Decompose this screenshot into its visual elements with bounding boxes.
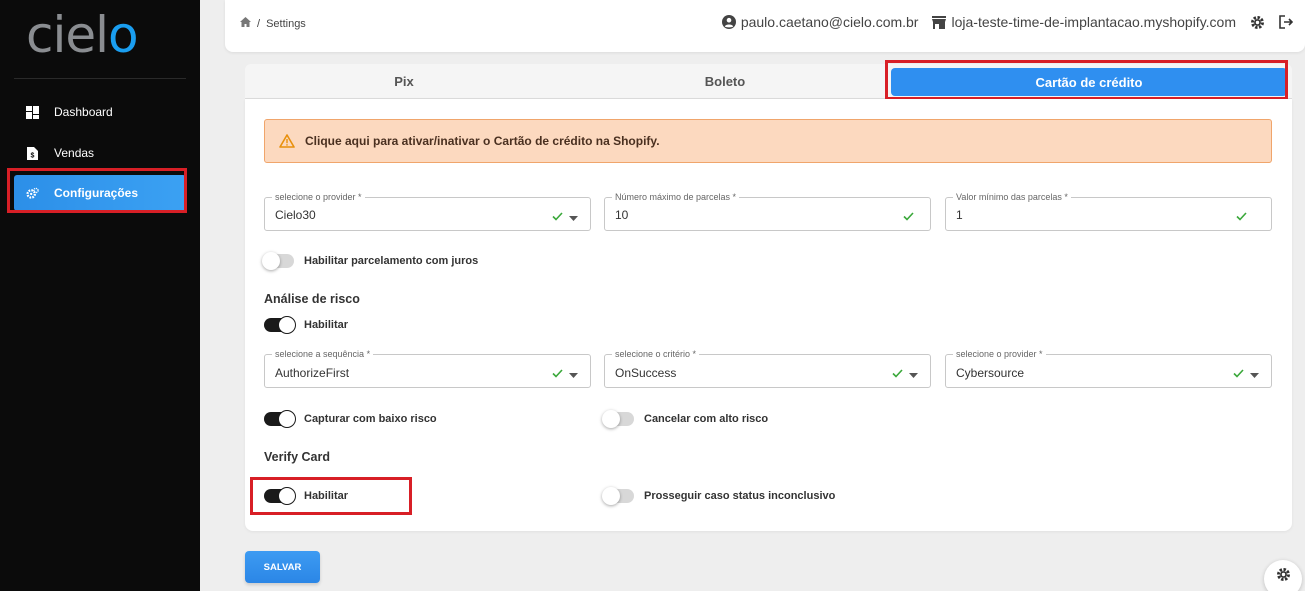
field-label: selecione o critério *: [612, 348, 700, 360]
svg-text:$: $: [31, 152, 35, 159]
field-value: Cybersource: [956, 366, 1025, 380]
header-right: paulo.caetano@cielo.com.br loja-teste-ti…: [721, 14, 1293, 30]
field-value: OnSuccess: [615, 366, 677, 380]
interest-installments-toggle-row: Habilitar parcelamento com juros: [262, 252, 479, 270]
field-label: selecione o provider *: [272, 191, 365, 203]
credit-card-settings-panel: Clique aqui para ativar/inativar o Cartã…: [245, 99, 1292, 531]
toggle-label: Cancelar com alto risco: [644, 413, 769, 425]
top-header: / Settings paulo.caetano@cielo.com.br lo…: [225, 0, 1305, 52]
breadcrumb-separator: /: [257, 17, 261, 30]
field-label: Valor mínimo das parcelas *: [953, 191, 1071, 203]
sidebar-divider: [14, 78, 186, 79]
toggle-label: Habilitar: [304, 490, 349, 502]
sidebar: cielo Dashboard $ Vendas Configurações: [0, 0, 200, 591]
field-value: 1: [956, 208, 963, 222]
alert-text: Clique aqui para ativar/inativar o Cartã…: [305, 134, 660, 148]
field-label: Número máximo de parcelas *: [612, 191, 740, 203]
verify-card-title: Verify Card: [264, 450, 331, 464]
toggle-label: Habilitar parcelamento com juros: [304, 255, 479, 267]
dashboard-icon: [26, 105, 39, 119]
risk-enable-toggle[interactable]: [264, 316, 296, 334]
breadcrumb-current: Settings: [266, 17, 306, 30]
field-value: Cielo30: [275, 208, 316, 222]
sidebar-item-label: Dashboard: [54, 105, 113, 119]
chevron-down-icon[interactable]: [569, 365, 578, 383]
cancel-high-risk-toggle-row: Cancelar com alto risco: [602, 410, 769, 428]
verify-enable-toggle[interactable]: [264, 487, 296, 505]
check-icon: [552, 208, 563, 226]
user-email: paulo.caetano@cielo.com.br: [740, 14, 919, 30]
proceed-inconclusive-toggle[interactable]: [602, 487, 634, 505]
toggle-label: Habilitar: [304, 319, 349, 331]
field-label: selecione o provider *: [953, 348, 1046, 360]
store-icon: [932, 15, 947, 29]
cielo-logo[interactable]: cielo: [26, 10, 139, 60]
tab-pix[interactable]: Pix: [245, 64, 563, 99]
sidebar-item-label: Vendas: [54, 146, 95, 160]
max-installments-field[interactable]: Número máximo de parcelas * 10: [604, 191, 931, 231]
sidebar-item-dashboard[interactable]: Dashboard: [14, 94, 186, 130]
document-icon: $: [26, 146, 39, 160]
floating-settings-button[interactable]: [1264, 560, 1302, 591]
cancel-high-risk-toggle[interactable]: [602, 410, 634, 428]
gear-icon: [1276, 567, 1291, 582]
shopify-activation-alert[interactable]: Clique aqui para ativar/inativar o Cartã…: [264, 119, 1272, 163]
chevron-down-icon[interactable]: [569, 208, 578, 226]
chevron-down-icon[interactable]: [1250, 365, 1259, 383]
save-button[interactable]: SALVAR: [245, 551, 320, 583]
home-icon[interactable]: [240, 17, 251, 30]
capture-low-risk-toggle[interactable]: [264, 410, 296, 428]
min-installment-value-field[interactable]: Valor mínimo das parcelas * 1: [945, 191, 1272, 231]
capture-low-risk-toggle-row: Capturar com baixo risco: [264, 410, 437, 428]
check-icon: [903, 208, 914, 226]
gears-icon: [26, 187, 39, 200]
interest-installments-toggle[interactable]: [262, 252, 294, 270]
tab-cartao-de-credito[interactable]: Cartão de crédito: [891, 68, 1287, 96]
sidebar-item-configuracoes[interactable]: Configurações: [14, 175, 186, 211]
logout-icon[interactable]: [1279, 15, 1293, 29]
verify-enable-toggle-row: Habilitar: [264, 487, 349, 505]
provider-select[interactable]: selecione o provider * Cielo30: [264, 191, 591, 231]
field-value: 10: [615, 208, 629, 222]
risk-enable-toggle-row: Habilitar: [264, 316, 349, 334]
payment-tabs: Pix Boleto Cartão de crédito: [245, 64, 1292, 99]
risk-provider-select[interactable]: selecione o provider * Cybersource: [945, 348, 1272, 388]
check-icon: [552, 365, 563, 383]
field-label: selecione a sequência *: [272, 348, 374, 360]
check-icon: [1233, 365, 1244, 383]
breadcrumb: / Settings: [240, 17, 306, 30]
sidebar-item-label: Configurações: [54, 186, 139, 200]
toggle-label: Capturar com baixo risco: [304, 413, 437, 425]
toggle-label: Prosseguir caso status inconclusivo: [644, 490, 836, 502]
proceed-inconclusive-toggle-row: Prosseguir caso status inconclusivo: [602, 487, 836, 505]
field-value: AuthorizeFirst: [275, 366, 350, 380]
check-icon: [1236, 208, 1247, 226]
sidebar-item-vendas[interactable]: $ Vendas: [14, 135, 186, 171]
chevron-down-icon[interactable]: [909, 365, 918, 383]
tab-boleto[interactable]: Boleto: [563, 64, 887, 99]
warning-icon: [279, 134, 295, 148]
gear-icon[interactable]: [1250, 15, 1265, 30]
check-icon: [892, 365, 903, 383]
risk-analysis-title: Análise de risco: [264, 292, 360, 306]
sequence-select[interactable]: selecione a sequência * AuthorizeFirst: [264, 348, 591, 388]
criterion-select[interactable]: selecione o critério * OnSuccess: [604, 348, 931, 388]
user-icon: [721, 15, 736, 29]
store-name: loja-teste-time-de-implantacao.myshopify…: [951, 14, 1236, 30]
